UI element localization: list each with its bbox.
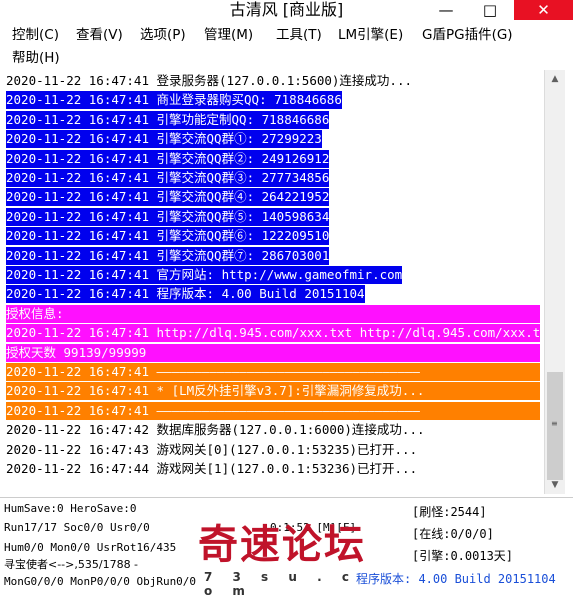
menu-g-shield-plugin[interactable]: G盾PG插件(G) — [422, 24, 513, 46]
log-line: 授权信息: — [6, 304, 540, 323]
log-line: 2020-11-22 16:47:41 引擎交流QQ群②: 249126912 — [6, 149, 330, 168]
title-bar: 古清风 [商业版] — □ ✕ — [0, 0, 573, 22]
menu-bar: 控制(C) 查看(V) 选项(P) 管理(M) 工具(T) LM引擎(E) G盾… — [0, 22, 573, 70]
menu-help[interactable]: 帮助(H) — [12, 47, 60, 69]
log-line: 2020-11-22 16:47:42 数据库服务器(127.0.0.1:600… — [6, 422, 425, 438]
log-panel[interactable]: 2020-11-22 16:47:41 登录服务器(127.0.0.1:5600… — [4, 70, 543, 494]
log-line: 授权天数 99139/99999 — [6, 343, 540, 362]
status-engine: [引擎:0.0013天] — [412, 549, 514, 563]
scroll-thumb[interactable]: ≡ — [547, 372, 563, 480]
program-version: 程序版本: 4.00 Build 20151104 — [356, 572, 556, 586]
log-line: 2020-11-22 16:47:41 * [LM反外挂引擎v3.7]:引擎漏洞… — [6, 382, 540, 401]
status-treasure: 寻宝使者<-->,535/1788 - — [4, 558, 139, 571]
status-refresh: [刷怪:2544] — [412, 505, 487, 519]
status-mon: MonG0/0/0 MonP0/0/0 ObjRun0/0 — [4, 575, 197, 588]
log-line: 2020-11-22 16:47:41 引擎功能定制QQ: 718846686 — [6, 110, 330, 129]
status-hum: Hum0/0 Mon0/0 UsrRot16/435 — [4, 541, 177, 554]
grip-icon: ≡ — [551, 419, 558, 428]
scroll-down-icon[interactable]: ▼ — [545, 476, 565, 494]
menu-control[interactable]: 控制(C) — [12, 24, 59, 46]
watermark-sub: 7 3 s u . c o m — [204, 570, 357, 598]
forum-watermark: 奇速论坛 7 3 s u . c o m — [198, 520, 378, 598]
log-line: 2020-11-22 16:47:41 引擎交流QQ群④: 264221952 — [6, 188, 330, 207]
log-line: 2020-11-22 16:47:44 游戏网关[1](127.0.0.1:53… — [6, 461, 418, 476]
log-line: 2020-11-22 16:47:41 引擎交流QQ群⑤: 140598634 — [6, 207, 330, 226]
log-line: 2020-11-22 16:47:41 ————————————————————… — [6, 401, 540, 420]
log-line: 2020-11-22 16:47:41 官方网站: http://www.gam… — [6, 266, 403, 284]
menu-view[interactable]: 查看(V) — [76, 24, 123, 46]
status-save: HumSave:0 HeroSave:0 — [4, 502, 137, 515]
log-line: 2020-11-22 16:47:41 ————————————————————… — [6, 363, 540, 381]
log-line: 2020-11-22 16:47:41 引擎交流QQ群①: 27299223 — [6, 130, 322, 149]
menu-manage[interactable]: 管理(M) — [204, 24, 253, 46]
log-line: 2020-11-22 16:47:41 http://dlq.945.com/x… — [6, 324, 543, 343]
status-online: [在线:0/0/0] — [412, 527, 494, 541]
minimize-button[interactable]: — — [426, 0, 466, 20]
log-line: 2020-11-22 16:47:41 引擎交流QQ群⑦: 286703001 — [6, 246, 330, 265]
log-line: 2020-11-22 16:47:41 商业登录器购买QQ: 718846686 — [6, 91, 342, 110]
status-run: Run17/17 Soc0/0 Usr0/0 — [4, 521, 150, 534]
scroll-up-icon[interactable]: ▲ — [545, 70, 565, 88]
watermark-text: 奇速论坛 — [198, 522, 366, 568]
maximize-button[interactable]: □ — [470, 0, 510, 20]
log-scrollbar[interactable]: ▲ ≡ ▼ — [544, 70, 565, 494]
log-line: 2020-11-22 16:47:41 登录服务器(127.0.0.1:5600… — [6, 73, 413, 88]
menu-options[interactable]: 选项(P) — [140, 24, 186, 46]
log-line: 2020-11-22 16:47:41 引擎交流QQ群③: 277734856 — [6, 169, 330, 187]
menu-tools[interactable]: 工具(T) — [276, 24, 322, 46]
menu-lm-engine[interactable]: LM引擎(E) — [338, 24, 403, 46]
log-line: 2020-11-22 16:47:41 程序版本: 4.00 Build 201… — [6, 285, 365, 304]
close-button[interactable]: ✕ — [514, 0, 573, 20]
log-line: 2020-11-22 16:47:41 引擎交流QQ群⑥: 122209510 — [6, 227, 330, 246]
log-line: 2020-11-22 16:47:43 游戏网关[0](127.0.0.1:53… — [6, 441, 418, 457]
